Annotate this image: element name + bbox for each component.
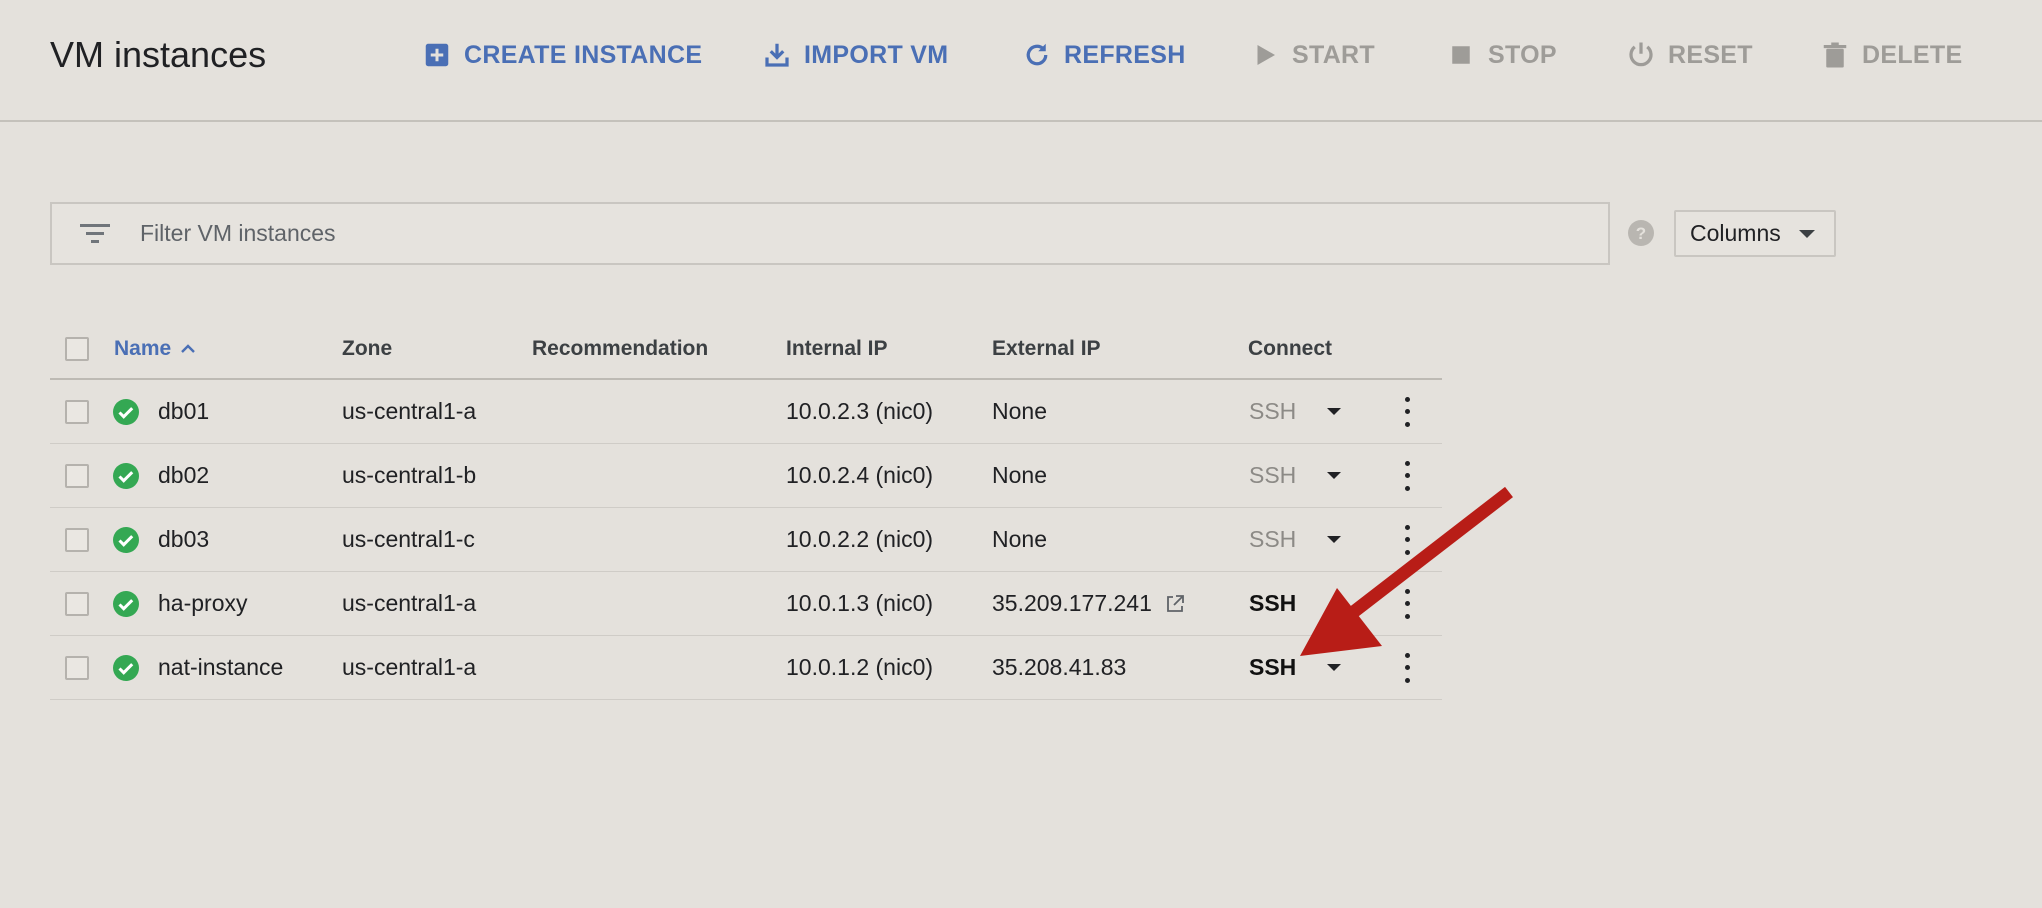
external-link-icon[interactable] [1164,593,1186,615]
start-label: START [1292,40,1375,69]
add-box-icon [425,43,449,67]
delete-button[interactable]: DELETE [1820,36,1962,74]
internal-ip-column-header[interactable]: Internal IP [786,320,888,378]
status-ok-icon [113,590,139,617]
instance-external-ip: 35.209.177.241 [992,590,1152,616]
instance-zone: us-central1-c [342,526,475,552]
recommendation-column-header[interactable]: Recommendation [532,320,708,378]
instance-name[interactable]: db01 [158,380,209,443]
ssh-button[interactable]: SSH [1249,590,1296,617]
play-icon [1257,45,1275,65]
vm-instances-table: Name Zone Recommendation Internal IP Ext… [50,320,1442,700]
connect-column-header[interactable]: Connect [1248,320,1332,378]
external-ip-column-header[interactable]: External IP [992,320,1101,378]
import-vm-button[interactable]: IMPORT VM [762,36,948,74]
instance-internal-ip: 10.0.1.3 (nic0) [786,590,934,616]
help-icon[interactable]: ? [1627,219,1655,247]
instance-zone: us-central1-a [342,398,477,424]
more-actions-icon[interactable] [1402,460,1412,491]
instance-internal-ip: 10.0.2.3 (nic0) [786,398,934,424]
ssh-options-dropdown[interactable] [1327,664,1341,671]
start-button[interactable]: START [1250,36,1375,74]
instance-internal-ip: 10.0.2.2 (nic0) [786,526,934,552]
ssh-button[interactable]: SSH [1249,398,1296,425]
columns-dropdown[interactable]: Columns [1674,210,1836,257]
row-checkbox[interactable] [65,655,89,680]
ssh-button[interactable]: SSH [1249,654,1296,681]
more-actions-icon[interactable] [1402,588,1412,619]
table-row[interactable]: db02 us-central1-b 10.0.2.4 (nic0) None … [50,444,1442,508]
instance-zone: us-central1-b [342,462,477,488]
table-row[interactable]: nat-instance us-central1-a 10.0.1.2 (nic… [50,636,1442,700]
reset-label: RESET [1668,40,1753,69]
instance-name[interactable]: db02 [158,444,209,507]
stop-label: STOP [1488,40,1557,69]
instance-zone: us-central1-a [342,654,477,680]
filter-bar [50,202,1610,265]
ssh-button[interactable]: SSH [1249,462,1296,489]
columns-label: Columns [1690,220,1781,246]
ssh-button[interactable]: SSH [1249,526,1296,553]
power-icon [1629,42,1653,67]
instance-external-ip: 35.208.41.83 [992,654,1127,680]
row-checkbox[interactable] [65,527,89,552]
caret-down-icon [1798,229,1815,238]
filter-input[interactable] [140,213,1608,254]
instance-external-ip: None [992,462,1047,488]
status-ok-icon [113,398,139,425]
instance-name[interactable]: nat-instance [158,636,283,699]
status-ok-icon [113,654,139,681]
create-instance-label: CREATE INSTANCE [464,40,703,69]
instance-name[interactable]: db03 [158,508,209,571]
table-row[interactable]: db01 us-central1-a 10.0.2.3 (nic0) None … [50,380,1442,444]
more-actions-icon[interactable] [1402,396,1412,427]
trash-icon [1823,42,1847,68]
table-row[interactable]: db03 us-central1-c 10.0.2.2 (nic0) None … [50,508,1442,572]
reset-button[interactable]: RESET [1626,36,1753,74]
table-body: db01 us-central1-a 10.0.2.3 (nic0) None … [50,380,1442,700]
instance-external-ip: None [992,398,1047,424]
toolbar: VM instances CREATE INSTANCE IMPORT VM R… [0,0,2042,122]
status-ok-icon [113,526,139,553]
instance-zone: us-central1-a [342,590,477,616]
stop-icon [1452,46,1470,64]
row-checkbox[interactable] [65,399,89,424]
name-column-header[interactable]: Name [114,320,197,378]
instance-internal-ip: 10.0.1.2 (nic0) [786,654,934,680]
more-actions-icon[interactable] [1402,524,1412,555]
table-header-row: Name Zone Recommendation Internal IP Ext… [50,320,1442,380]
row-checkbox[interactable] [65,463,89,488]
table-row[interactable]: ha-proxy us-central1-a 10.0.1.3 (nic0) 3… [50,572,1442,636]
row-checkbox[interactable] [65,591,89,616]
zone-column-header[interactable]: Zone [342,320,392,378]
refresh-button[interactable]: REFRESH [1022,36,1186,74]
instance-name[interactable]: ha-proxy [158,572,247,635]
ssh-options-dropdown[interactable] [1327,472,1341,479]
delete-label: DELETE [1862,40,1963,69]
sort-ascending-icon [181,344,196,353]
more-actions-icon[interactable] [1402,652,1412,683]
filter-icon [80,223,110,243]
create-instance-button[interactable]: CREATE INSTANCE [422,36,702,74]
ssh-options-dropdown[interactable] [1327,408,1341,415]
download-icon [765,43,789,67]
select-all-checkbox[interactable] [65,337,89,361]
status-ok-icon [113,462,139,489]
import-vm-label: IMPORT VM [804,40,949,69]
instance-external-ip: None [992,526,1047,552]
refresh-label: REFRESH [1064,40,1186,69]
refresh-icon [1026,43,1048,66]
name-header-label: Name [114,337,172,360]
ssh-options-dropdown[interactable] [1327,536,1341,543]
svg-text:?: ? [1636,224,1646,243]
stop-button[interactable]: STOP [1446,36,1557,74]
instance-internal-ip: 10.0.2.4 (nic0) [786,462,934,488]
page-title: VM instances [50,34,267,75]
